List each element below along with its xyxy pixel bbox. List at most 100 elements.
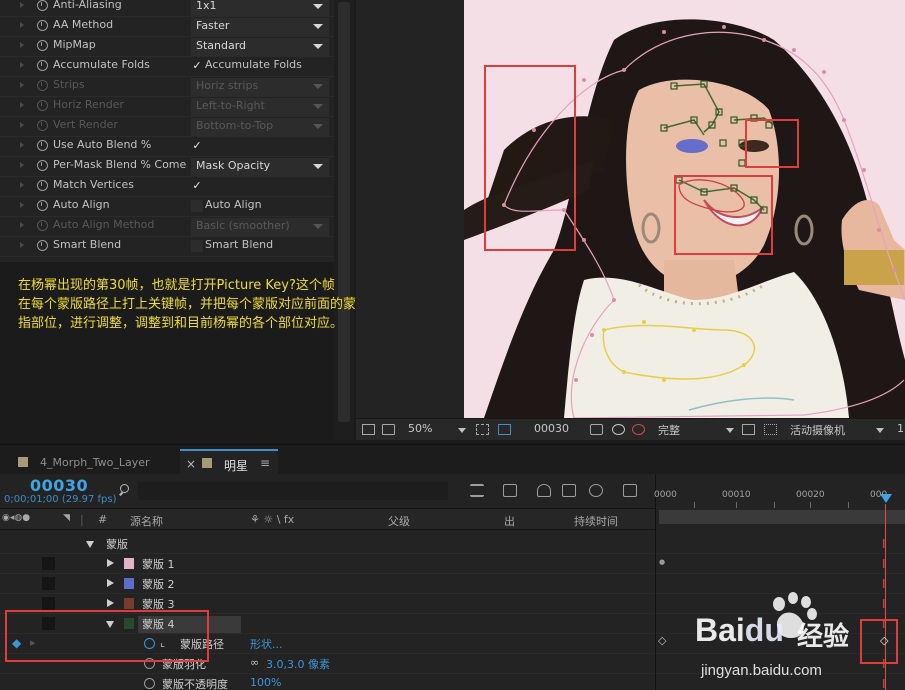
composition-canvas[interactable] xyxy=(464,0,905,418)
effect-property-row[interactable]: Accumulate Folds ✓ Accumulate Folds xyxy=(0,57,334,77)
grid-icon[interactable] xyxy=(476,424,489,435)
tab-star[interactable]: × 明星 ≡ xyxy=(180,449,278,475)
effect-property-row[interactable]: Anti-Aliasing 1x1 xyxy=(0,0,334,17)
property-value[interactable]: 形状... xyxy=(250,636,283,652)
stopwatch-icon[interactable] xyxy=(37,100,48,111)
color-channels-icon[interactable] xyxy=(632,424,645,435)
expand-triangle-icon[interactable] xyxy=(20,222,24,228)
property-value[interactable]: 100% xyxy=(250,676,281,689)
expand-triangle-icon[interactable] xyxy=(107,579,114,587)
collapse-triangle-icon[interactable] xyxy=(86,541,94,548)
effect-property-row[interactable]: Smart Blend Smart Blend xyxy=(0,237,334,257)
playhead-handle[interactable] xyxy=(880,494,892,503)
mask-color-swatch[interactable] xyxy=(124,578,134,589)
camera-snapshot-icon[interactable] xyxy=(590,424,603,435)
effect-property-row[interactable]: Per-Mask Blend % Come Mask Opacity xyxy=(0,157,334,177)
mask-row-2[interactable]: 蒙版 2 xyxy=(0,574,655,594)
zoom-level[interactable]: 50% xyxy=(408,422,432,435)
mask-opacity-row[interactable]: 蒙版不透明度 100% xyxy=(0,674,655,690)
stopwatch-icon[interactable] xyxy=(37,240,48,251)
effect-property-row[interactable]: Strips Horiz strips xyxy=(0,77,334,97)
effect-property-row[interactable]: Use Auto Blend % ✓ xyxy=(0,137,334,157)
expand-triangle-icon[interactable] xyxy=(107,559,114,567)
mask-color-swatch[interactable] xyxy=(124,598,134,609)
transparency-grid-icon[interactable] xyxy=(764,424,777,435)
effect-property-dropdown[interactable]: Faster xyxy=(191,18,329,36)
mask-color-swatch[interactable] xyxy=(124,558,134,569)
stopwatch-icon[interactable] xyxy=(37,180,48,191)
stopwatch-icon[interactable] xyxy=(37,60,48,71)
zoom-dropdown-icon[interactable] xyxy=(458,428,466,433)
effect-property-dropdown[interactable]: Left-to-Right xyxy=(191,98,329,116)
expand-triangle-icon[interactable] xyxy=(20,182,24,188)
region-of-interest-icon[interactable] xyxy=(362,424,375,435)
stopwatch-icon[interactable] xyxy=(37,0,48,11)
tab-menu-icon[interactable]: ≡ xyxy=(260,456,270,470)
current-frame[interactable]: 00030 xyxy=(534,422,569,435)
stopwatch-icon[interactable] xyxy=(37,40,48,51)
camera-dropdown-icon[interactable] xyxy=(876,428,884,433)
frame-blending-icon[interactable] xyxy=(562,484,576,497)
expand-triangle-icon[interactable] xyxy=(20,62,24,68)
time-ruler[interactable]: 0000 00010 00020 000 xyxy=(654,474,905,508)
stopwatch-icon[interactable] xyxy=(37,160,48,171)
motion-blur-icon[interactable] xyxy=(589,484,603,497)
graph-editor-icon[interactable] xyxy=(623,484,637,497)
switches-column[interactable]: ⚘ ☼ \ fx xyxy=(250,513,294,526)
close-icon[interactable]: × xyxy=(186,457,196,471)
expand-triangle-icon[interactable] xyxy=(20,122,24,128)
shy-layers-icon[interactable] xyxy=(537,484,551,497)
effect-property-checkbox[interactable] xyxy=(191,200,203,212)
effect-property-checkbox[interactable]: ✓ xyxy=(191,180,203,192)
camera-select[interactable]: 活动摄像机 xyxy=(790,422,845,438)
effect-controls-scrollbar[interactable] xyxy=(334,0,354,440)
effect-property-dropdown[interactable]: Standard xyxy=(191,38,329,56)
expand-triangle-icon[interactable] xyxy=(20,102,24,108)
stopwatch-icon[interactable] xyxy=(37,140,48,151)
effect-property-row[interactable]: MipMap Standard xyxy=(0,37,334,57)
lock-box[interactable] xyxy=(42,557,55,570)
resolution-select[interactable]: 完整 xyxy=(658,422,680,438)
layer-number-column[interactable]: # xyxy=(98,513,107,526)
source-name-column[interactable]: 源名称 xyxy=(130,513,163,529)
parent-column[interactable]: 父级 xyxy=(388,513,410,529)
expand-triangle-icon[interactable] xyxy=(20,242,24,248)
effect-property-checkbox[interactable]: ✓ xyxy=(191,140,203,152)
mask-row-1[interactable]: 蒙版 1 xyxy=(0,554,655,574)
fast-previews-icon[interactable] xyxy=(742,424,755,435)
effect-property-row[interactable]: AA Method Faster xyxy=(0,17,334,37)
composition-mini-flowchart-icon[interactable] xyxy=(470,484,484,497)
label-column-icon[interactable]: ◥ xyxy=(63,513,70,523)
effect-property-dropdown[interactable]: Bottom-to-Top xyxy=(191,118,329,136)
effect-property-row[interactable]: Vert Render Bottom-to-Top xyxy=(0,117,334,137)
effect-property-row[interactable]: Auto Align Method Basic (smoother) xyxy=(0,217,334,237)
monitor-icon[interactable] xyxy=(382,424,395,435)
draft-3d-icon[interactable] xyxy=(503,484,517,497)
effect-property-dropdown[interactable]: 1x1 xyxy=(191,0,329,16)
stopwatch-icon[interactable] xyxy=(37,120,48,131)
out-column[interactable]: 出 xyxy=(504,513,515,529)
duration-column[interactable]: 持续时间 xyxy=(574,513,618,529)
expand-triangle-icon[interactable] xyxy=(20,142,24,148)
scrollbar-thumb[interactable] xyxy=(338,2,350,422)
expand-triangle-icon[interactable] xyxy=(20,2,24,8)
lock-box[interactable] xyxy=(42,577,55,590)
layer-search-input[interactable] xyxy=(138,482,448,500)
search-icon[interactable] xyxy=(118,483,136,497)
effect-property-dropdown[interactable]: Horiz strips xyxy=(191,78,329,96)
effect-property-row[interactable]: Auto Align Auto Align xyxy=(0,197,334,217)
effect-property-row[interactable]: Match Vertices ✓ xyxy=(0,177,334,197)
tab-4-morph-two-layer[interactable]: 4_Morph_Two_Layer xyxy=(8,449,173,475)
effect-property-dropdown[interactable]: Basic (smoother) xyxy=(191,218,329,236)
view-layout-select[interactable]: 1 xyxy=(897,422,904,435)
effect-property-checkbox[interactable] xyxy=(191,240,203,252)
expand-triangle-icon[interactable] xyxy=(20,202,24,208)
lock-box[interactable] xyxy=(42,597,55,610)
resolution-dropdown-icon[interactable] xyxy=(726,428,734,433)
expand-triangle-icon[interactable] xyxy=(20,22,24,28)
effect-property-dropdown[interactable]: Mask Opacity xyxy=(191,158,329,176)
current-time-display[interactable]: 00030 xyxy=(30,476,88,495)
stopwatch-icon[interactable] xyxy=(37,220,48,231)
expand-triangle-icon[interactable] xyxy=(20,82,24,88)
keyframe-marker[interactable]: ● xyxy=(659,558,665,566)
